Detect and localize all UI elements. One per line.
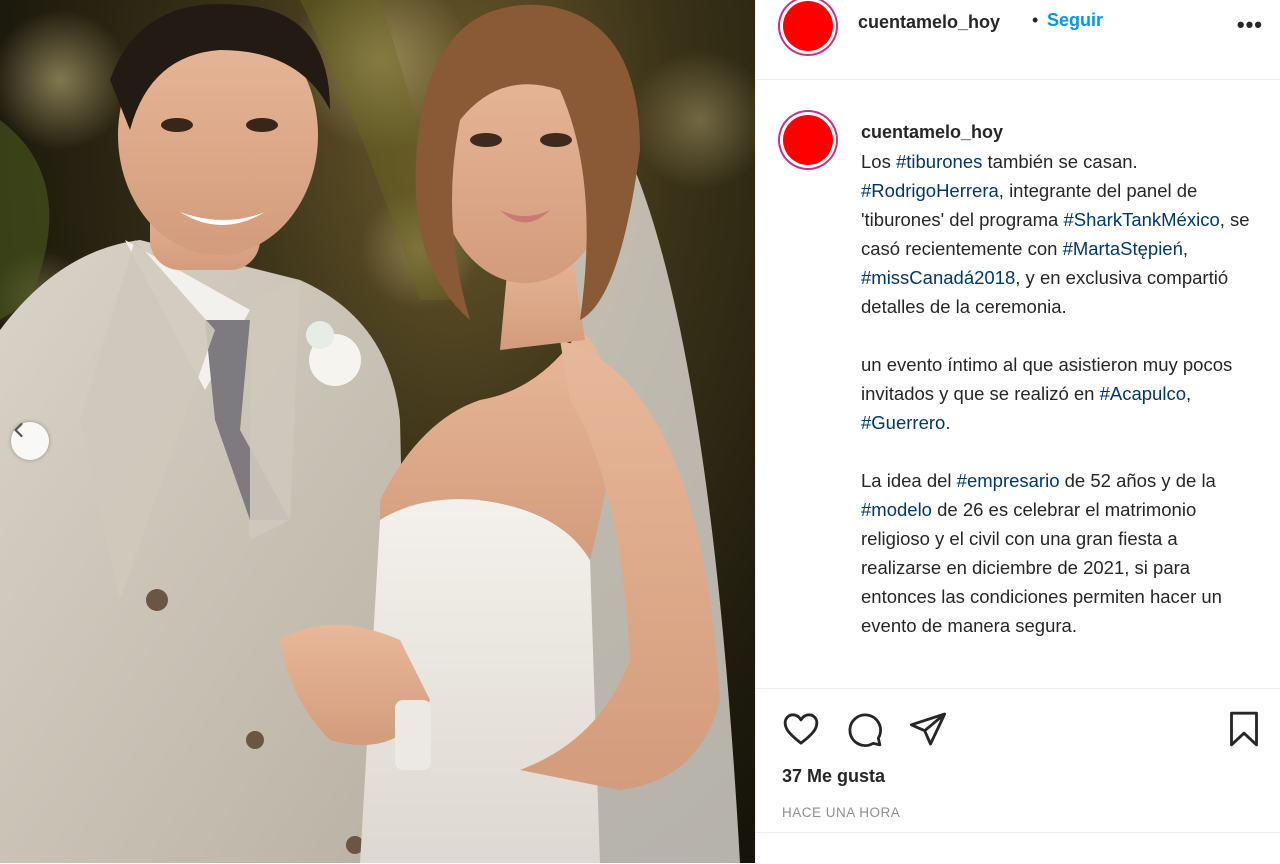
caption-text-segment: , xyxy=(1186,383,1192,404)
hashtag-link[interactable]: #tiburones xyxy=(896,151,982,172)
hashtag-link[interactable]: #modelo xyxy=(861,499,932,520)
caption-avatar[interactable] xyxy=(780,112,836,168)
hashtag-link[interactable]: #empresario xyxy=(957,470,1060,491)
bookmark-icon[interactable] xyxy=(1224,709,1264,754)
post-photo[interactable] xyxy=(0,0,755,863)
caption-username-link[interactable]: cuentamelo_hoy xyxy=(861,122,1003,143)
likes-count[interactable]: 37 Me gusta xyxy=(782,766,885,787)
post-timestamp[interactable]: HACE UNA HORA xyxy=(782,805,900,820)
chevron-left-icon xyxy=(14,422,23,438)
hashtag-link[interactable]: #Acapulco xyxy=(1100,383,1186,404)
follow-button[interactable]: Seguir xyxy=(1047,10,1103,31)
post-header: cuentamelo_hoy • Seguir ••• xyxy=(756,0,1280,80)
caption-text-segment: La idea del xyxy=(861,470,957,491)
caption-text-segment: de 52 años y de la xyxy=(1059,470,1216,491)
hashtag-link[interactable]: #SharkTankMéxico xyxy=(1063,209,1219,230)
caption-paragraph: Los #tiburones también se casan. #Rodrig… xyxy=(861,147,1261,321)
caption-text-segment: también se casan. xyxy=(982,151,1138,172)
caption-text: Los #tiburones también se casan. #Rodrig… xyxy=(861,147,1261,669)
hashtag-link[interactable]: #missCanadá2018 xyxy=(861,267,1015,288)
more-options-icon[interactable]: ••• xyxy=(1237,12,1263,38)
avatar-image xyxy=(783,1,833,51)
caption-text-segment: . xyxy=(945,412,951,433)
avatar[interactable] xyxy=(780,0,836,54)
caption-text-segment: Los xyxy=(861,151,896,172)
post-actions: 37 Me gusta HACE UNA HORA xyxy=(756,688,1280,864)
share-icon[interactable] xyxy=(908,709,948,754)
header-username-link[interactable]: cuentamelo_hoy xyxy=(858,12,1000,33)
post-side-panel: cuentamelo_hoy • Seguir ••• cuentamelo_h… xyxy=(755,0,1280,863)
caption-avatar-image xyxy=(783,115,833,165)
header-separator: • xyxy=(1032,10,1039,30)
comment-icon[interactable] xyxy=(844,709,884,754)
wedding-photo xyxy=(0,0,755,863)
hashtag-link[interactable]: #Guerrero xyxy=(861,412,945,433)
divider xyxy=(756,832,1280,833)
carousel-prev-button[interactable] xyxy=(11,422,49,460)
caption-paragraph: La idea del #empresario de 52 años y de … xyxy=(861,466,1261,640)
heart-icon[interactable] xyxy=(781,709,821,754)
caption-area: cuentamelo_hoy Los #tiburones también se… xyxy=(756,80,1280,688)
hashtag-link[interactable]: #MartaStępień xyxy=(1063,238,1183,259)
hashtag-link[interactable]: #RodrigoHerrera xyxy=(861,180,999,201)
caption-text-segment: , xyxy=(1182,238,1189,259)
caption-paragraph: un evento íntimo al que asistieron muy p… xyxy=(861,350,1261,437)
